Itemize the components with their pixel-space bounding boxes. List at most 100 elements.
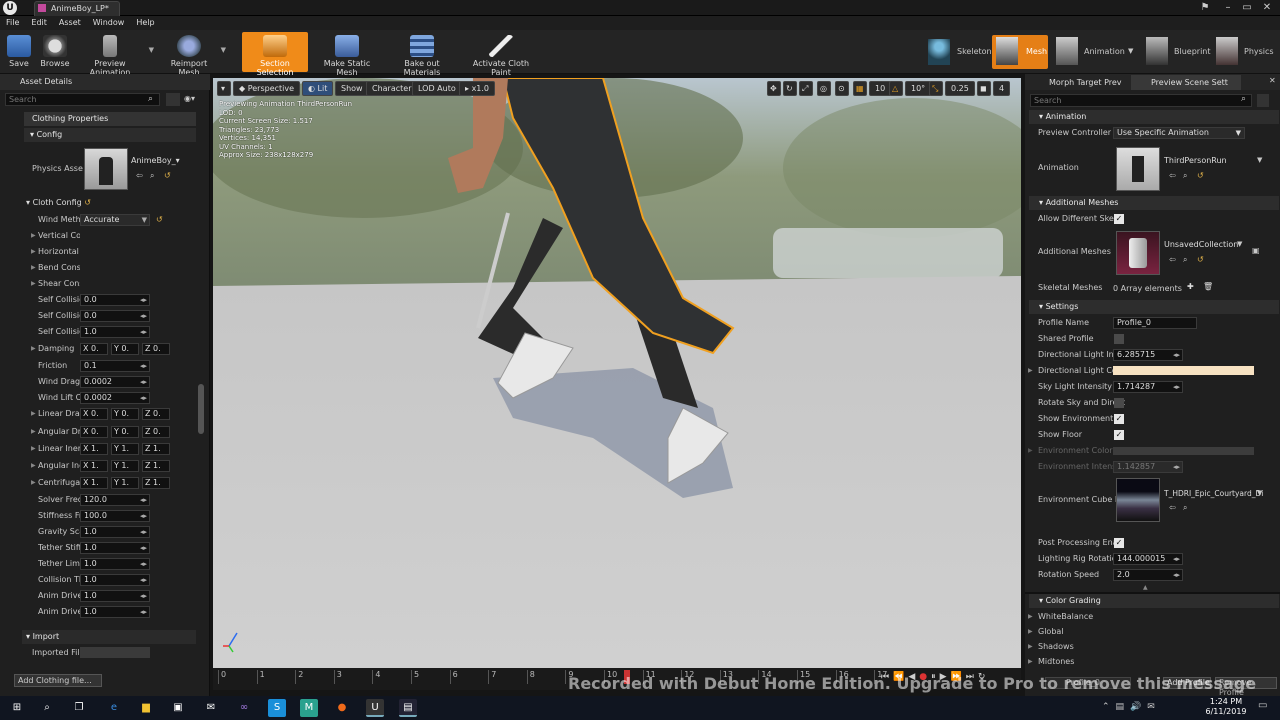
save-button[interactable]: Save — [4, 32, 34, 72]
use-selected-icon[interactable]: ⇦ — [136, 171, 143, 180]
vector-x-field[interactable]: X 1. — [80, 460, 108, 472]
dropdown-arrow-icon[interactable]: ▼ — [1237, 240, 1242, 248]
expand-arrow-icon[interactable]: ▶ — [1028, 367, 1033, 374]
debut-recorder-icon[interactable]: ▤ — [399, 699, 417, 717]
vector-y-field[interactable]: Y 0. — [111, 408, 139, 420]
vector-x-field[interactable]: X 0. — [80, 408, 108, 420]
grading-item[interactable]: ▶ Shadows — [1028, 639, 1263, 655]
allow-different-skeletons-checkbox[interactable]: ✓ — [1114, 214, 1124, 224]
surface-snap-icon[interactable]: ⊙ — [835, 81, 849, 96]
reset-icon[interactable]: ↺ — [156, 212, 163, 228]
vector-z-field[interactable]: Z 1. — [142, 460, 170, 472]
collapsed-row[interactable]: ▶ Vertical Co — [0, 228, 198, 244]
grading-item[interactable]: ▶ Global — [1028, 624, 1263, 640]
vector-y-field[interactable]: Y 0. — [111, 426, 139, 438]
camera-speed-icon[interactable]: ◼ — [977, 81, 991, 96]
self-collision-field[interactable]: 1.0 ◂▸ — [80, 326, 150, 338]
dropdown-arrow-icon[interactable]: ▼ — [1128, 47, 1133, 55]
reset-icon[interactable]: ↺ — [1197, 171, 1204, 180]
details-search-input[interactable]: Search — [5, 93, 160, 106]
wind-method-select[interactable]: Accurate ▼ — [80, 214, 150, 226]
character-button[interactable]: Character — [366, 81, 418, 96]
browse-button[interactable]: Browse — [38, 32, 72, 72]
collapsed-row[interactable]: ▶ Shear Cons — [0, 276, 198, 292]
config-category[interactable]: ▾ Config — [24, 128, 196, 142]
mode-animation[interactable]: Animation ▼ — [1052, 35, 1133, 69]
vector-x-field[interactable]: X 1. — [80, 443, 108, 455]
menu-asset[interactable]: Asset — [53, 16, 87, 27]
world-icon[interactable]: ◎ — [817, 81, 831, 96]
dropdown-arrow-icon[interactable]: ▼ — [221, 46, 226, 54]
firefox-icon[interactable]: ● — [333, 699, 351, 717]
app-m-icon[interactable]: M — [300, 699, 318, 717]
perspective-button[interactable]: ◆ Perspective — [233, 81, 301, 96]
cube-map-dropdown[interactable]: T_HDRI_Epic_Courtyard_Di — [1164, 489, 1263, 498]
preview-controller-select[interactable]: Use Specific Animation ▼ — [1113, 127, 1245, 139]
skype-icon[interactable]: S — [268, 699, 286, 717]
rotation-snap-icon[interactable]: △ — [889, 81, 903, 96]
rotate-icon[interactable]: ↻ — [783, 81, 797, 96]
show-floor-checkbox[interactable]: ✓ — [1114, 430, 1124, 440]
translate-icon[interactable]: ✥ — [767, 81, 781, 96]
tether-stiffness-field[interactable]: 1.0 ◂▸ — [80, 542, 150, 554]
scale-snap-icon[interactable]: ⤡ — [929, 81, 943, 96]
scrollbar[interactable] — [198, 384, 204, 434]
viewport[interactable]: ▾ ◆ Perspective ◐ Lit Show Character LOD… — [213, 78, 1021, 668]
anim-drive-field[interactable]: 1.0 ◂▸ — [80, 606, 150, 618]
minimize-button[interactable]: – — [1220, 0, 1236, 15]
anim-drive-field[interactable]: 1.0 ◂▸ — [80, 590, 150, 602]
rotation-snap-value[interactable]: 10° — [905, 81, 932, 96]
visual-studio-icon[interactable]: ∞ — [235, 699, 253, 717]
collapse-arrow-icon[interactable]: ▲ — [1143, 584, 1148, 591]
vector-z-field[interactable]: Z 0. — [142, 408, 170, 420]
search-icon[interactable]: ⌕ — [38, 699, 56, 717]
eye-icon[interactable]: ◉▾ — [184, 94, 195, 103]
wind-drag-field[interactable]: 0.0002 ◂▸ — [80, 376, 150, 388]
start-icon[interactable]: ⊞ — [8, 699, 26, 717]
notification-icon[interactable]: ⚑ — [1197, 0, 1213, 15]
scene-search-input[interactable]: Search — [1030, 94, 1252, 107]
vector-z-field[interactable]: Z 1. — [142, 477, 170, 489]
dropdown-arrow-icon[interactable]: ▼ — [1257, 156, 1262, 164]
import-category[interactable]: ▾ Import — [22, 630, 196, 644]
clothing-properties-category[interactable]: Clothing Properties — [24, 112, 196, 126]
delete-elements-icon[interactable]: 🗑 — [1203, 282, 1213, 291]
stiffness-field[interactable]: 100.0 ◂▸ — [80, 510, 150, 522]
profile-name-input[interactable]: Profile_0 — [1113, 317, 1197, 329]
tab-morph-target-preview[interactable]: Morph Target Prev — [1029, 75, 1129, 90]
section-selection-button[interactable]: Section Selection — [242, 32, 308, 77]
animation-dropdown[interactable]: ThirdPersonRun — [1164, 156, 1227, 165]
wind-lift-field[interactable]: 0.0002 ◂▸ — [80, 392, 150, 404]
close-tab-icon[interactable]: ✕ — [1269, 76, 1276, 85]
collapsed-row[interactable]: ▶ Bend Const — [0, 260, 198, 276]
lit-button[interactable]: ◐ Lit — [302, 81, 334, 96]
mode-mesh[interactable]: Mesh — [992, 35, 1048, 69]
viewport-menu-button[interactable]: ▾ — [217, 81, 231, 96]
vector-z-field[interactable]: Z 0. — [142, 426, 170, 438]
lighting-rig-rotation-field[interactable]: 144.000015 ◂▸ — [1113, 553, 1183, 565]
camera-speed-value[interactable]: 4 — [993, 81, 1011, 96]
sky-light-intensity-field[interactable]: 1.714287 ◂▸ — [1113, 381, 1183, 393]
reset-icon[interactable]: ↺ — [164, 171, 171, 180]
show-environment-checkbox[interactable]: ✓ — [1114, 414, 1124, 424]
show-button[interactable]: Show — [335, 81, 369, 96]
physics-asset-thumbnail[interactable] — [84, 148, 128, 190]
edge-icon[interactable]: e — [105, 699, 123, 717]
damping-x-field[interactable]: X 0. — [80, 343, 108, 355]
use-selected-icon[interactable]: ⇦ — [1169, 171, 1176, 180]
store-icon[interactable]: ▣ — [169, 699, 187, 717]
vector-z-field[interactable]: Z 1. — [142, 443, 170, 455]
additional-meshes-thumbnail[interactable] — [1116, 231, 1160, 275]
color-grading-section[interactable]: ▾ Color Grading — [1029, 594, 1279, 608]
self-collision-field[interactable]: 0.0 ◂▸ — [80, 310, 150, 322]
bake-materials-button[interactable]: Bake out Materials — [386, 32, 458, 77]
damping-z-field[interactable]: Z 0. — [142, 343, 170, 355]
directional-light-intensity-field[interactable]: 6.285715 ◂▸ — [1113, 349, 1183, 361]
vector-x-field[interactable]: X 0. — [80, 426, 108, 438]
grid-snap-value[interactable]: 10 — [869, 81, 892, 96]
maximize-button[interactable]: ▭ — [1239, 0, 1255, 15]
menu-file[interactable]: File — [0, 16, 25, 27]
add-clothing-button[interactable]: Add Clothing file... — [14, 674, 102, 687]
save-collection-icon[interactable]: ▣ — [1252, 246, 1260, 255]
physics-asset-dropdown[interactable]: AnimeBoy_▾ — [131, 156, 180, 167]
